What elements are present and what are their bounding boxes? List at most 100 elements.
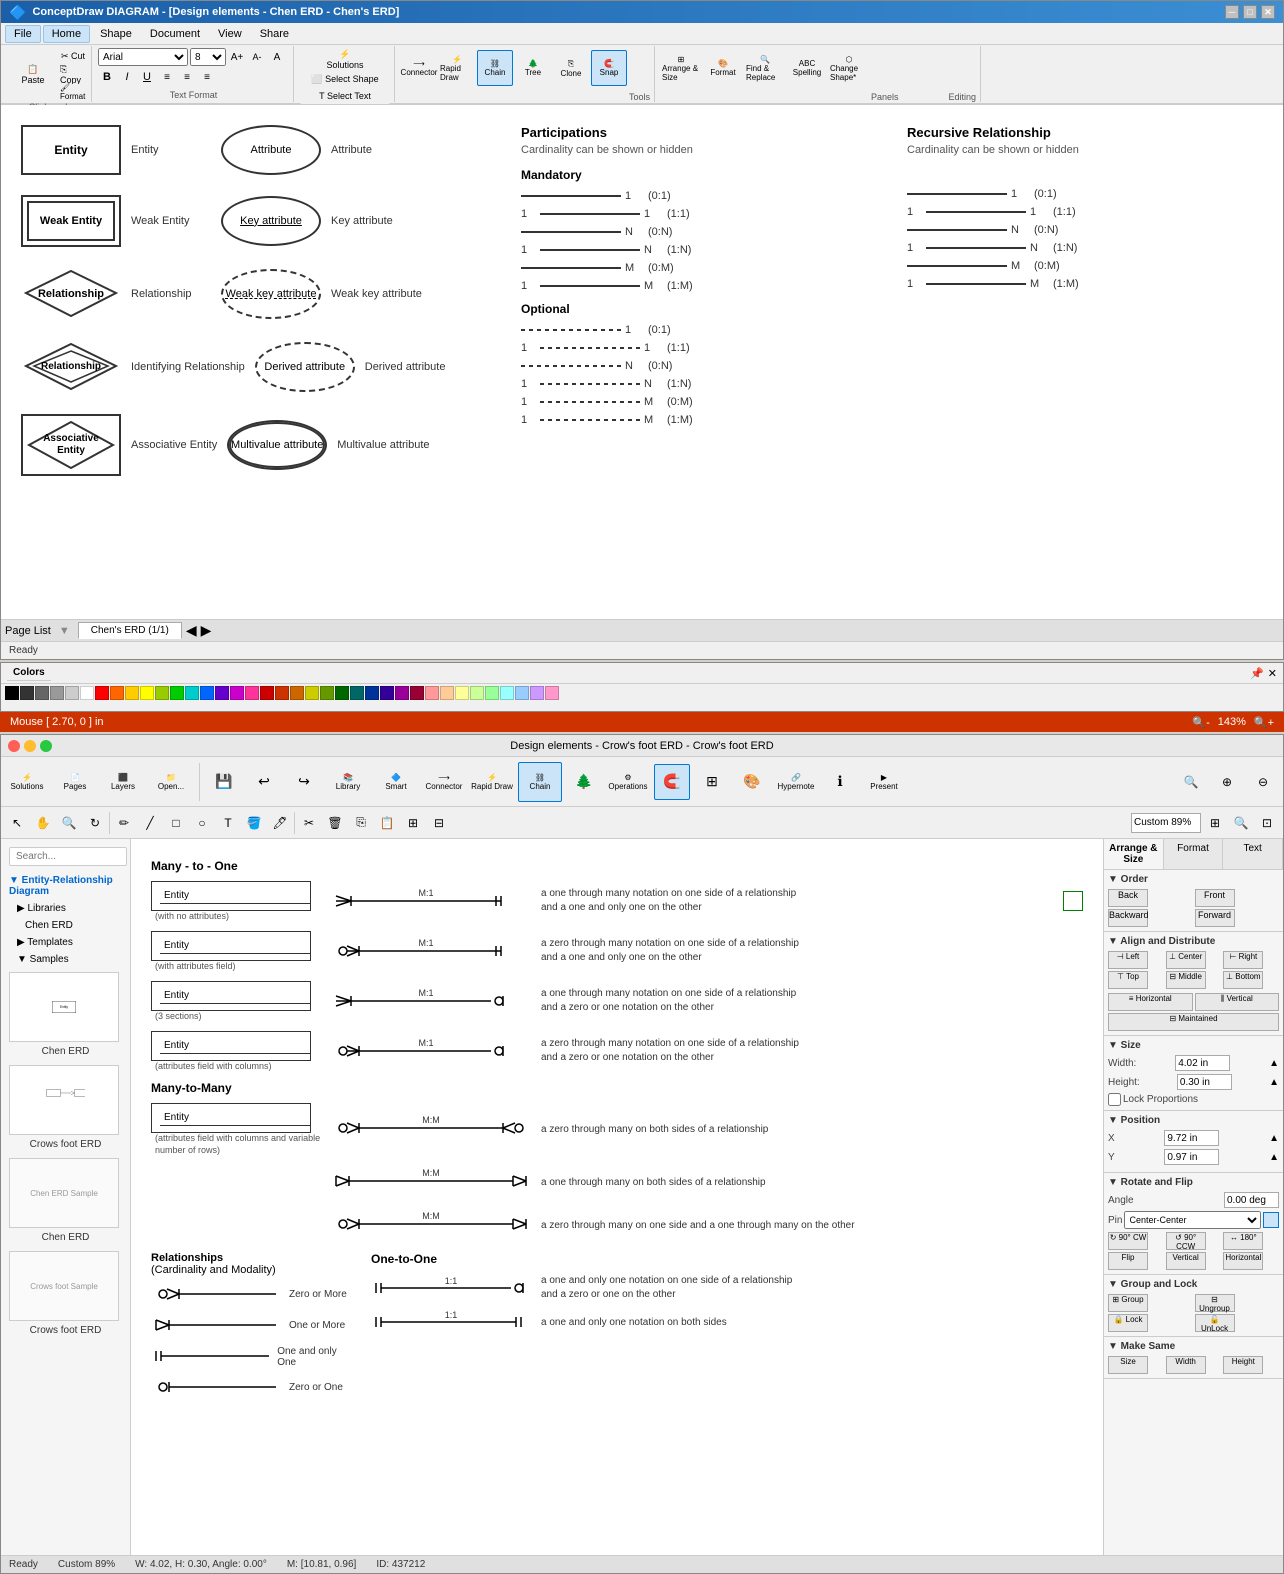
- swatch-yellow-orange[interactable]: [125, 686, 139, 700]
- chen-erd-sample-thumb[interactable]: Chen ERD Sample: [9, 1158, 119, 1228]
- menu-shape[interactable]: Shape: [92, 26, 140, 42]
- same-width-btn[interactable]: Width: [1166, 1356, 1206, 1374]
- decrease-font-btn[interactable]: A-: [248, 48, 266, 66]
- swatch-dark-gray[interactable]: [20, 686, 34, 700]
- connector-btn2[interactable]: ⟶Connector: [422, 762, 466, 802]
- zoom-input[interactable]: [1131, 813, 1201, 833]
- find-replace-btn[interactable]: 🔍Find & Replace: [745, 50, 785, 86]
- width-stepper-up[interactable]: ▲: [1269, 1058, 1279, 1069]
- copy2-btn[interactable]: ⎘: [349, 811, 373, 835]
- width-input[interactable]: [1175, 1055, 1230, 1071]
- zoom-actual-btn[interactable]: 🔍: [1229, 811, 1253, 835]
- align-bottom-btn[interactable]: ⊥ Bottom: [1223, 971, 1263, 989]
- clone-btn[interactable]: ⎘Clone: [553, 50, 589, 86]
- make-same-title[interactable]: ▼ Make Same: [1108, 1341, 1279, 1352]
- swatch-red[interactable]: [95, 686, 109, 700]
- change-shape-btn[interactable]: ⬡Change Shape*: [829, 50, 869, 86]
- align-center-btn[interactable]: ≡: [178, 68, 196, 86]
- swatch-light-green[interactable]: [470, 686, 484, 700]
- attribute-shape[interactable]: Attribute: [221, 125, 321, 175]
- cut-btn[interactable]: ✂ Cut: [59, 48, 87, 64]
- rotate-180-btn[interactable]: ↔ 180°: [1223, 1232, 1263, 1250]
- zoom-in-btn[interactable]: 🔍+: [1254, 716, 1274, 729]
- rapid-draw-btn[interactable]: ⚡Rapid Draw: [439, 50, 475, 86]
- align-left-btn[interactable]: ≡: [158, 68, 176, 86]
- swatch-dark-purple[interactable]: [380, 686, 394, 700]
- group-lock-title[interactable]: ▼ Group and Lock: [1108, 1279, 1279, 1290]
- snap-btn[interactable]: 🧲Snap: [591, 50, 627, 86]
- entity-with-attr[interactable]: Entity: [151, 931, 311, 961]
- delete-btn[interactable]: 🗑: [323, 811, 347, 835]
- zoom-page-btn[interactable]: ⊡: [1255, 811, 1279, 835]
- group-btn[interactable]: ⊞ Group: [1108, 1294, 1148, 1312]
- position-title[interactable]: ▼ Position: [1108, 1115, 1279, 1126]
- rapid-draw-btn2[interactable]: ⚡Rapid Draw: [470, 762, 514, 802]
- align-left-btn[interactable]: ⊣ Left: [1108, 951, 1148, 969]
- dot-close[interactable]: [8, 740, 20, 752]
- hyperlink-btn[interactable]: 🔗Hypernote: [774, 762, 818, 802]
- ungroup-btn[interactable]: ⊟ Ungroup: [1195, 1294, 1235, 1312]
- solutions-btn[interactable]: ⚡Solutions: [315, 48, 375, 71]
- font-select[interactable]: Arial: [98, 48, 188, 66]
- size-title[interactable]: ▼ Size: [1108, 1040, 1279, 1051]
- horizontal-flip-btn[interactable]: Horizontal: [1223, 1252, 1263, 1270]
- entity-col-shape[interactable]: Entity: [151, 1031, 311, 1061]
- tree-item-samples[interactable]: ▼ Samples: [1, 951, 130, 968]
- group2-btn[interactable]: ⊞: [401, 811, 425, 835]
- x-stepper[interactable]: ▲: [1269, 1133, 1279, 1144]
- menu-home[interactable]: Home: [43, 25, 90, 43]
- rotate-title[interactable]: ▼ Rotate and Flip: [1108, 1177, 1279, 1188]
- swatch-gray[interactable]: [50, 686, 64, 700]
- crows-foot-thumb1[interactable]: [9, 1065, 119, 1135]
- arrange-size-btn[interactable]: ⊞Arrange & Size: [661, 50, 701, 86]
- swatch-light-yellow[interactable]: [455, 686, 469, 700]
- y-input[interactable]: [1164, 1149, 1219, 1165]
- text-tool-btn[interactable]: T: [216, 811, 240, 835]
- align-center-btn[interactable]: ⊥ Center: [1166, 951, 1206, 969]
- swatch-mid-gray[interactable]: [35, 686, 49, 700]
- multivalue-attribute-shape[interactable]: Multivalue attribute: [227, 420, 327, 470]
- entity-shape[interactable]: Entity: [21, 125, 121, 175]
- undo-btn[interactable]: ↩: [246, 764, 282, 800]
- swatch-lavender[interactable]: [530, 686, 544, 700]
- swatch-navy[interactable]: [365, 686, 379, 700]
- tab-arrange-size[interactable]: Arrange & Size: [1104, 839, 1164, 869]
- chain-btn[interactable]: ⛓Chain: [477, 50, 513, 86]
- solutions-btn2[interactable]: ⚡Solutions: [5, 762, 49, 802]
- next-page-btn[interactable]: ▶: [201, 622, 212, 639]
- dot-maximize[interactable]: [40, 740, 52, 752]
- rotate-90cw-btn[interactable]: ↻ 90° CW: [1108, 1232, 1148, 1250]
- format-painter-btn[interactable]: 🖌 Format: [59, 84, 87, 100]
- grid-btn[interactable]: ⊞: [694, 764, 730, 800]
- pin-select[interactable]: Center-Center: [1124, 1211, 1261, 1229]
- x-input[interactable]: [1164, 1130, 1219, 1146]
- fill-btn[interactable]: 🪣: [242, 811, 266, 835]
- tab-text[interactable]: Text: [1223, 839, 1283, 869]
- tree-item-templates[interactable]: ▶ Templates: [1, 934, 130, 951]
- menu-file[interactable]: File: [5, 25, 41, 43]
- lock-proportions-check[interactable]: [1108, 1093, 1121, 1106]
- horizontal-btn[interactable]: ≡ Horizontal: [1108, 993, 1193, 1011]
- library-btn[interactable]: 📚Library: [326, 762, 370, 802]
- relationship-shape[interactable]: Relationship: [21, 266, 121, 321]
- italic-btn[interactable]: I: [118, 68, 136, 86]
- dot-minimize[interactable]: [24, 740, 36, 752]
- tree-item-erd[interactable]: ▼ Entity-Relationship Diagram: [1, 872, 130, 900]
- zoom-in-btn2[interactable]: ⊕: [1211, 766, 1243, 798]
- vertical-flip-btn[interactable]: Vertical: [1166, 1252, 1206, 1270]
- zoom-btn3[interactable]: 🔍: [57, 811, 81, 835]
- swatch-pink[interactable]: [245, 686, 259, 700]
- swatch-black[interactable]: [5, 686, 19, 700]
- swatch-light-cyan[interactable]: [500, 686, 514, 700]
- unlock-btn[interactable]: 🔓 UnLock: [1195, 1314, 1235, 1332]
- angle-input[interactable]: [1224, 1192, 1279, 1208]
- layers-btn[interactable]: ⬛Layers: [101, 762, 145, 802]
- prev-page-btn[interactable]: ◀: [186, 622, 197, 639]
- rotate-btn[interactable]: ↻: [83, 811, 107, 835]
- height-stepper-up[interactable]: ▲: [1269, 1077, 1279, 1088]
- chen-erd-tab[interactable]: Chen's ERD (1/1): [78, 622, 182, 639]
- operations-btn[interactable]: ⚙Operations: [606, 762, 650, 802]
- ungroup2-btn[interactable]: ⊟: [427, 811, 451, 835]
- entity-var-rows[interactable]: Entity: [151, 1103, 311, 1133]
- swatch-dark-yellow-green[interactable]: [320, 686, 334, 700]
